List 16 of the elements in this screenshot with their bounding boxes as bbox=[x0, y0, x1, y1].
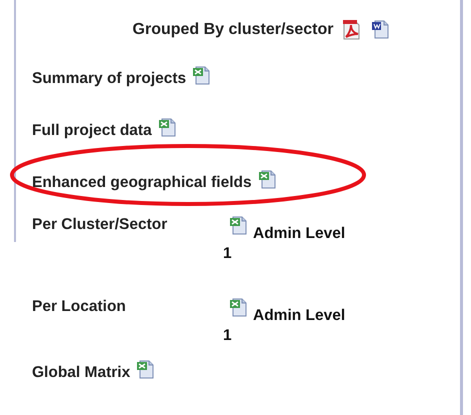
admin-level-link[interactable]: Admin Level 1 bbox=[223, 298, 358, 346]
report-label: Full project data bbox=[32, 122, 152, 140]
spreadsheet-icon[interactable] bbox=[258, 170, 278, 190]
report-label: Per Location bbox=[32, 298, 127, 316]
spreadsheet-icon[interactable] bbox=[192, 66, 212, 86]
admin-level-link[interactable]: Admin Level 1 bbox=[223, 216, 358, 264]
report-label: Summary of projects bbox=[32, 70, 186, 88]
report-label: Global Matrix bbox=[32, 364, 130, 382]
section-heading: Grouped By cluster/sector bbox=[132, 21, 334, 39]
spreadsheet-icon[interactable] bbox=[136, 360, 156, 380]
spreadsheet-icon[interactable] bbox=[229, 298, 249, 318]
document-icon[interactable] bbox=[371, 20, 392, 40]
report-label: Enhanced geographical fields bbox=[32, 174, 252, 192]
spreadsheet-icon[interactable] bbox=[229, 216, 249, 236]
spreadsheet-icon[interactable] bbox=[158, 118, 178, 138]
report-label: Per Cluster/Sector bbox=[32, 216, 168, 234]
